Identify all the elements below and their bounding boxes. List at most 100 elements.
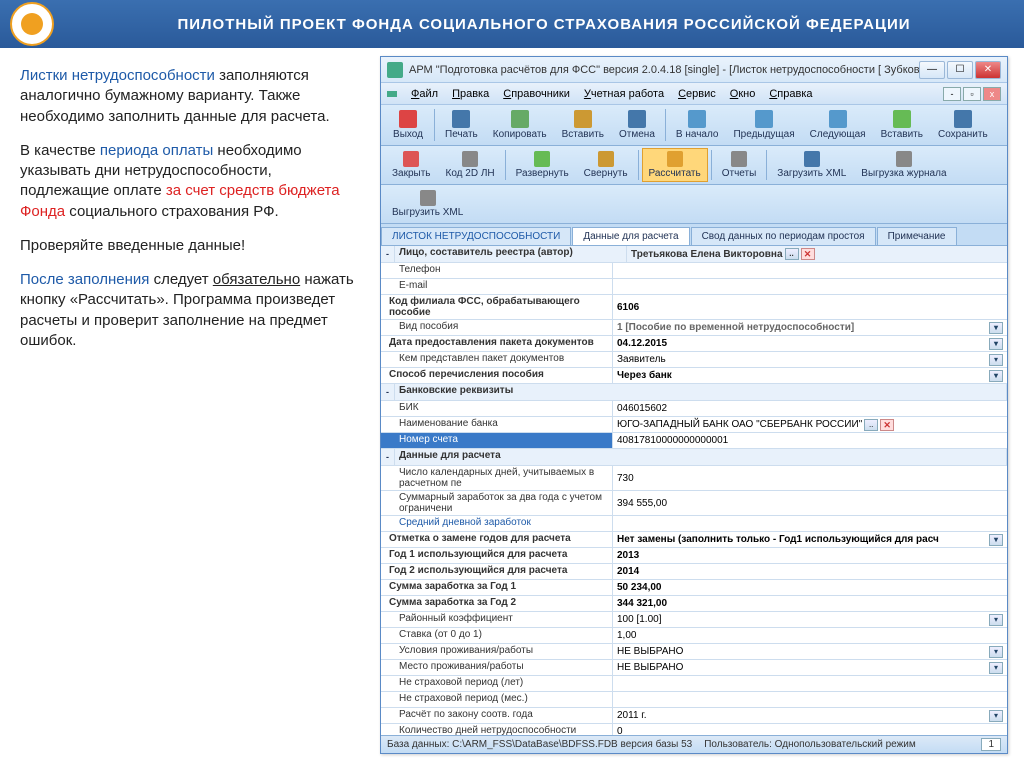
clear-button[interactable]: ✕ xyxy=(801,248,815,260)
export-xml-button[interactable]: Выгрузить XML xyxy=(385,187,470,221)
maximize-button[interactable]: ☐ xyxy=(947,61,973,79)
txt: социального страхования РФ. xyxy=(65,203,279,220)
year-replace-field[interactable]: Нет замены (заполнить только - Год1 испо… xyxy=(613,532,1007,547)
rate-field[interactable]: 1,00 xyxy=(613,628,1007,643)
chevron-down-icon[interactable]: ▾ xyxy=(989,354,1003,366)
exit-button[interactable]: Выход xyxy=(385,107,431,143)
lbl: Вставить xyxy=(881,129,923,140)
branch-code-field[interactable]: 6106 xyxy=(613,295,1007,319)
browse-button[interactable]: .. xyxy=(864,419,878,431)
browse-button[interactable]: .. xyxy=(785,248,799,260)
menu-file[interactable]: Файл xyxy=(406,86,443,102)
save-icon xyxy=(954,110,972,128)
export-journal-button[interactable]: Выгрузка журнала xyxy=(854,148,953,182)
two-year-sum-field[interactable]: 394 555,00 xyxy=(613,491,1007,515)
chevron-down-icon[interactable]: ▾ xyxy=(989,322,1003,334)
print-button[interactable]: Печать xyxy=(438,107,485,143)
chevron-down-icon[interactable]: ▾ xyxy=(989,534,1003,546)
bik-label: БИК xyxy=(381,401,613,416)
bik-field[interactable]: 046015602 xyxy=(613,401,1007,416)
benefit-type-field[interactable]: 1 [Пособие по временной нетрудоспособнос… xyxy=(613,320,1007,335)
lbl: Копировать xyxy=(493,129,547,140)
upload-icon xyxy=(896,151,912,167)
chevron-down-icon[interactable]: ▾ xyxy=(989,710,1003,722)
account-field[interactable]: 40817810000000000001 xyxy=(613,433,1007,448)
pay-method-field[interactable]: Через банк▾ xyxy=(613,368,1007,383)
chevron-down-icon[interactable]: ▾ xyxy=(989,338,1003,350)
sum-year1-label: Сумма заработка за Год 1 xyxy=(381,580,613,595)
submit-date-field[interactable]: 04.12.2015▾ xyxy=(613,336,1007,351)
chevron-down-icon[interactable]: ▾ xyxy=(989,662,1003,674)
menu-work[interactable]: Учетная работа xyxy=(579,86,669,102)
toolbar-row2: Закрыть Код 2D ЛН Развернуть Свернуть Ра… xyxy=(381,146,1007,185)
doc-close-button[interactable]: x xyxy=(983,87,1001,101)
page-header: ПИЛОТНЫЙ ПРОЕКТ ФОНДА СОЦИАЛЬНОГО СТРАХО… xyxy=(0,0,1024,48)
phone-field[interactable] xyxy=(613,263,1007,278)
non-ins-months-field[interactable] xyxy=(613,692,1007,707)
prev-button[interactable]: Предыдущая xyxy=(726,107,801,143)
benefit-type-label: Вид пособия xyxy=(381,320,613,335)
living-cond-field[interactable]: НЕ ВЫБРАНО▾ xyxy=(613,644,1007,659)
law-year-field[interactable]: 2011 г.▾ xyxy=(613,708,1007,723)
doc-restore-button[interactable]: ▫ xyxy=(963,87,981,101)
status-user: Пользователь: Однопользовательский режим xyxy=(704,739,916,750)
lbl: Предыдущая xyxy=(733,129,794,140)
lbl: Вставить xyxy=(562,129,604,140)
close-button[interactable]: ✕ xyxy=(975,61,1001,79)
chevron-down-icon[interactable]: ▾ xyxy=(989,370,1003,382)
email-field[interactable] xyxy=(613,279,1007,294)
bank-name-field[interactable]: ЮГО-ЗАПАДНЫЙ БАНК ОАО "СБЕРБАНК РОССИИ".… xyxy=(613,417,1007,432)
warning-text: Проверяйте введенные данные! xyxy=(20,236,362,256)
menu-window[interactable]: Окно xyxy=(725,86,761,102)
next-button[interactable]: Следующая xyxy=(803,107,873,143)
save-button[interactable]: Сохранить xyxy=(931,107,995,143)
tab-sick-leave[interactable]: ЛИСТОК НЕТРУДОСПОСОБНОСТИ xyxy=(381,227,571,245)
doc-minimize-button[interactable]: - xyxy=(943,87,961,101)
first-button[interactable]: В начало xyxy=(669,107,726,143)
year2-label: Год 2 использующийся для расчета xyxy=(381,564,613,579)
chevron-down-icon[interactable]: ▾ xyxy=(989,614,1003,626)
avg-daily-field[interactable] xyxy=(613,516,1007,531)
chevron-down-icon[interactable]: ▾ xyxy=(989,646,1003,658)
collapse-icon[interactable]: - xyxy=(381,449,395,465)
year2-field[interactable]: 2014 xyxy=(613,564,1007,579)
tab-calc-data[interactable]: Данные для расчета xyxy=(572,227,689,245)
minimize-button[interactable]: — xyxy=(919,61,945,79)
living-place-field[interactable]: НЕ ВЫБРАНО▾ xyxy=(613,660,1007,675)
calc-days-field[interactable]: 730 xyxy=(613,466,1007,490)
reports-button[interactable]: Отчеты xyxy=(715,148,764,182)
year1-field[interactable]: 2013 xyxy=(613,548,1007,563)
sick-days-label: Количество дней нетрудоспособности xyxy=(381,724,613,735)
clear-button[interactable]: ✕ xyxy=(880,419,894,431)
calculate-button[interactable]: Рассчитать xyxy=(642,148,708,182)
menu-dict[interactable]: Справочники xyxy=(498,86,575,102)
load-xml-button[interactable]: Загрузить XML xyxy=(770,148,853,182)
collapse-icon[interactable]: - xyxy=(381,384,395,400)
non-ins-years-field[interactable] xyxy=(613,676,1007,691)
code2d-button[interactable]: Код 2D ЛН xyxy=(439,148,502,182)
close-doc-button[interactable]: Закрыть xyxy=(385,148,438,182)
titlebar[interactable]: АРМ "Подготовка расчётов для ФСС" версия… xyxy=(381,57,1007,83)
tab-note[interactable]: Примечание xyxy=(877,227,957,245)
status-page: 1 xyxy=(981,738,1001,751)
sick-days-field[interactable]: 0 xyxy=(613,724,1007,735)
region-coef-field[interactable]: 100 [1.00]▾ xyxy=(613,612,1007,627)
sum-year2-field[interactable]: 344 321,00 xyxy=(613,596,1007,611)
menu-edit[interactable]: Правка xyxy=(447,86,494,102)
first-icon xyxy=(688,110,706,128)
author-value[interactable]: Третьякова Елена Викторовна..✕ xyxy=(627,246,1007,262)
submitter-field[interactable]: Заявитель▾ xyxy=(613,352,1007,367)
undo-button[interactable]: Отмена xyxy=(612,107,662,143)
collapse-icon[interactable]: - xyxy=(381,246,395,262)
paste-button[interactable]: Вставить xyxy=(555,107,611,143)
menu-help[interactable]: Справка xyxy=(764,86,817,102)
sum-year1-field[interactable]: 50 234,00 xyxy=(613,580,1007,595)
expand-button[interactable]: Развернуть xyxy=(509,148,576,182)
menu-service[interactable]: Сервис xyxy=(673,86,721,102)
tab-idle-summary[interactable]: Свод данных по периодам простоя xyxy=(691,227,876,245)
lbl: Код 2D ЛН xyxy=(446,168,495,179)
insert-button[interactable]: Вставить xyxy=(874,107,930,143)
two-year-sum-label: Суммарный заработок за два года с учетом… xyxy=(381,491,613,515)
collapse-button[interactable]: Свернуть xyxy=(577,148,635,182)
copy-button[interactable]: Копировать xyxy=(486,107,554,143)
